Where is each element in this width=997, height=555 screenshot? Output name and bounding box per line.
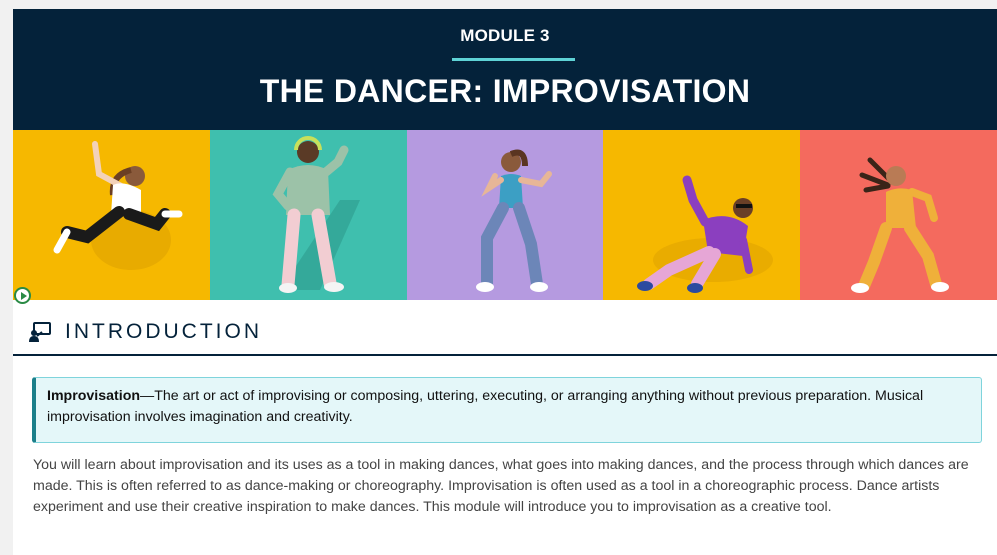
page-title: THE DANCER: IMPROVISATION xyxy=(259,73,751,109)
intro-paragraph: You will learn about improvisation and i… xyxy=(33,457,969,515)
hero-image-strip xyxy=(13,130,997,300)
module-label: MODULE 3 xyxy=(460,26,550,45)
section-heading: INTRODUCTION xyxy=(65,320,262,343)
dancer-posing-image xyxy=(406,130,604,300)
section-divider xyxy=(13,354,997,356)
dancer-hair-flip-image xyxy=(800,130,997,300)
page: MODULE 3 THE DANCER: IMPROVISATION INTRO… xyxy=(0,0,997,555)
definition-text: —The art or act of improvising or compos… xyxy=(47,388,924,425)
module-underline xyxy=(452,58,575,61)
presentation-icon xyxy=(29,322,51,342)
module-banner: MODULE 3 THE DANCER: IMPROVISATION xyxy=(13,9,997,130)
dancer-jumping-image xyxy=(13,130,210,300)
definition-callout: Improvisation—The art or act of improvis… xyxy=(32,377,982,443)
dancer-headphones-image xyxy=(209,130,407,300)
play-icon[interactable] xyxy=(14,287,31,304)
dancer-breakdance-image xyxy=(603,130,801,300)
definition-term: Improvisation xyxy=(47,388,141,404)
left-gutter xyxy=(0,0,13,555)
top-gutter xyxy=(0,0,997,9)
introduction-heading: INTRODUCTION xyxy=(29,318,262,346)
